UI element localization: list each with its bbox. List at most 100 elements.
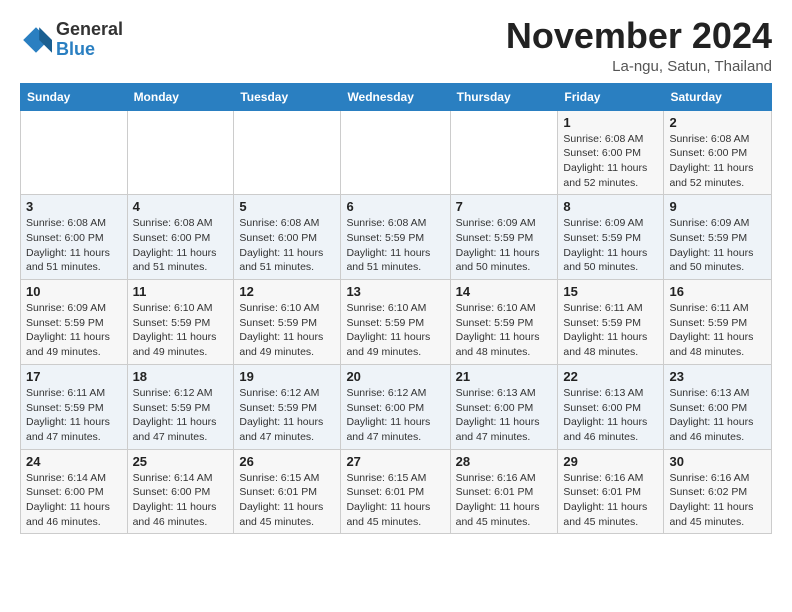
weekday-row: Sunday Monday Tuesday Wednesday Thursday… [21,83,772,110]
day-info: Sunrise: 6:12 AMSunset: 5:59 PMDaylight:… [239,386,335,445]
day-number: 2 [669,115,766,130]
day-info: Sunrise: 6:10 AMSunset: 5:59 PMDaylight:… [239,301,335,360]
calendar-cell: 7Sunrise: 6:09 AMSunset: 5:59 PMDaylight… [450,195,558,280]
calendar-cell: 22 Sunrise: 6:13 AMSunset: 6:00 PMDayligh… [558,364,664,449]
calendar-cell: 14Sunrise: 6:10 AMSunset: 5:59 PMDayligh… [450,280,558,365]
title-block: November 2024 La-ngu, Satun, Thailand [506,16,772,75]
day-number: 21 [456,369,553,384]
day-number: 13 [346,284,444,299]
day-number: 9 [669,199,766,214]
location: La-ngu, Satun, Thailand [506,58,772,75]
calendar-cell: 29 Sunrise: 6:16 AMSunset: 6:01 PMDayligh… [558,449,664,534]
day-number: 22 [563,369,658,384]
col-thursday: Thursday [450,83,558,110]
day-number: 19 [239,369,335,384]
calendar-cell: 8 Sunrise: 6:09 AMSunset: 5:59 PMDaylight… [558,195,664,280]
calendar-cell [450,110,558,195]
calendar-cell: 4 Sunrise: 6:08 AMSunset: 6:00 PMDaylight… [127,195,234,280]
day-info: Sunrise: 6:08 AMSunset: 6:00 PMDaylight:… [669,132,766,191]
calendar-cell: 11Sunrise: 6:10 AMSunset: 5:59 PMDayligh… [127,280,234,365]
day-info: Sunrise: 6:13 AMSunset: 6:00 PMDaylight:… [563,386,658,445]
calendar-week-5: 24Sunrise: 6:14 AMSunset: 6:00 PMDayligh… [21,449,772,534]
day-info: Sunrise: 6:12 AMSunset: 5:59 PMDaylight:… [133,386,229,445]
day-info: Sunrise: 6:11 AMSunset: 5:59 PMDaylight:… [563,301,658,360]
calendar-cell: 13 Sunrise: 6:10 AMSunset: 5:59 PMDayligh… [341,280,450,365]
calendar-cell: 23 Sunrise: 6:13 AMSunset: 6:00 PMDayligh… [664,364,772,449]
day-number: 27 [346,454,444,469]
calendar-cell: 1 Sunrise: 6:08 AMSunset: 6:00 PMDaylight… [558,110,664,195]
calendar-cell: 30 Sunrise: 6:16 AMSunset: 6:02 PMDayligh… [664,449,772,534]
logo-text: General Blue [56,20,123,60]
col-wednesday: Wednesday [341,83,450,110]
day-number: 28 [456,454,553,469]
day-info: Sunrise: 6:16 AMSunset: 6:02 PMDaylight:… [669,471,766,530]
calendar-table: Sunday Monday Tuesday Wednesday Thursday… [20,83,772,535]
calendar-cell: 21 Sunrise: 6:13 AMSunset: 6:00 PMDayligh… [450,364,558,449]
calendar-cell [127,110,234,195]
calendar-cell: 25 Sunrise: 6:14 AMSunset: 6:00 PMDayligh… [127,449,234,534]
day-info: Sunrise: 6:14 AMSunset: 6:00 PMDaylight:… [133,471,229,530]
day-info: Sunrise: 6:08 AMSunset: 6:00 PMDaylight:… [26,216,122,275]
page: General Blue November 2024 La-ngu, Satun… [0,0,792,612]
day-info: Sunrise: 6:09 AMSunset: 5:59 PMDaylight:… [26,301,122,360]
col-monday: Monday [127,83,234,110]
day-number: 18 [133,369,229,384]
calendar-header: Sunday Monday Tuesday Wednesday Thursday… [21,83,772,110]
calendar-cell: 28 Sunrise: 6:16 AMSunset: 6:01 PMDayligh… [450,449,558,534]
calendar-cell: 15 Sunrise: 6:11 AMSunset: 5:59 PMDayligh… [558,280,664,365]
logo-general-text: General [56,20,123,40]
day-number: 8 [563,199,658,214]
day-info: Sunrise: 6:16 AMSunset: 6:01 PMDaylight:… [456,471,553,530]
day-number: 25 [133,454,229,469]
month-title: November 2024 [506,16,772,56]
day-info: Sunrise: 6:14 AMSunset: 6:00 PMDaylight:… [26,471,122,530]
day-info: Sunrise: 6:08 AMSunset: 6:00 PMDaylight:… [563,132,658,191]
day-number: 4 [133,199,229,214]
calendar-cell: 24Sunrise: 6:14 AMSunset: 6:00 PMDayligh… [21,449,128,534]
col-saturday: Saturday [664,83,772,110]
day-info: Sunrise: 6:11 AMSunset: 5:59 PMDaylight:… [669,301,766,360]
calendar-cell: 27 Sunrise: 6:15 AMSunset: 6:01 PMDayligh… [341,449,450,534]
day-number: 16 [669,284,766,299]
day-number: 15 [563,284,658,299]
day-info: Sunrise: 6:08 AMSunset: 6:00 PMDaylight:… [133,216,229,275]
day-number: 30 [669,454,766,469]
col-tuesday: Tuesday [234,83,341,110]
day-number: 3 [26,199,122,214]
day-info: Sunrise: 6:13 AMSunset: 6:00 PMDaylight:… [456,386,553,445]
calendar-cell: 5 Sunrise: 6:08 AMSunset: 6:00 PMDaylight… [234,195,341,280]
day-number: 20 [346,369,444,384]
day-number: 12 [239,284,335,299]
calendar-cell: 16 Sunrise: 6:11 AMSunset: 5:59 PMDayligh… [664,280,772,365]
day-info: Sunrise: 6:11 AMSunset: 5:59 PMDaylight:… [26,386,122,445]
day-info: Sunrise: 6:09 AMSunset: 5:59 PMDaylight:… [669,216,766,275]
day-number: 29 [563,454,658,469]
day-info: Sunrise: 6:09 AMSunset: 5:59 PMDaylight:… [563,216,658,275]
calendar-cell: 10 Sunrise: 6:09 AMSunset: 5:59 PMDayligh… [21,280,128,365]
day-number: 14 [456,284,553,299]
day-info: Sunrise: 6:08 AMSunset: 6:00 PMDaylight:… [239,216,335,275]
calendar-cell: 6Sunrise: 6:08 AMSunset: 5:59 PMDaylight… [341,195,450,280]
calendar-cell [234,110,341,195]
day-number: 10 [26,284,122,299]
day-info: Sunrise: 6:16 AMSunset: 6:01 PMDaylight:… [563,471,658,530]
day-info: Sunrise: 6:15 AMSunset: 6:01 PMDaylight:… [346,471,444,530]
day-number: 5 [239,199,335,214]
header: General Blue November 2024 La-ngu, Satun… [20,16,772,75]
calendar-week-1: 1 Sunrise: 6:08 AMSunset: 6:00 PMDaylight… [21,110,772,195]
day-info: Sunrise: 6:13 AMSunset: 6:00 PMDaylight:… [669,386,766,445]
day-number: 6 [346,199,444,214]
day-number: 17 [26,369,122,384]
day-info: Sunrise: 6:10 AMSunset: 5:59 PMDaylight:… [346,301,444,360]
calendar-week-4: 17 Sunrise: 6:11 AMSunset: 5:59 PMDayligh… [21,364,772,449]
day-info: Sunrise: 6:10 AMSunset: 5:59 PMDaylight:… [133,301,229,360]
calendar-cell [341,110,450,195]
day-number: 23 [669,369,766,384]
day-number: 7 [456,199,553,214]
calendar-cell: 18 Sunrise: 6:12 AMSunset: 5:59 PMDayligh… [127,364,234,449]
day-number: 1 [563,115,658,130]
logo-blue-text: Blue [56,40,123,60]
calendar-cell: 20Sunrise: 6:12 AMSunset: 6:00 PMDayligh… [341,364,450,449]
col-sunday: Sunday [21,83,128,110]
calendar-cell: 12 Sunrise: 6:10 AMSunset: 5:59 PMDayligh… [234,280,341,365]
